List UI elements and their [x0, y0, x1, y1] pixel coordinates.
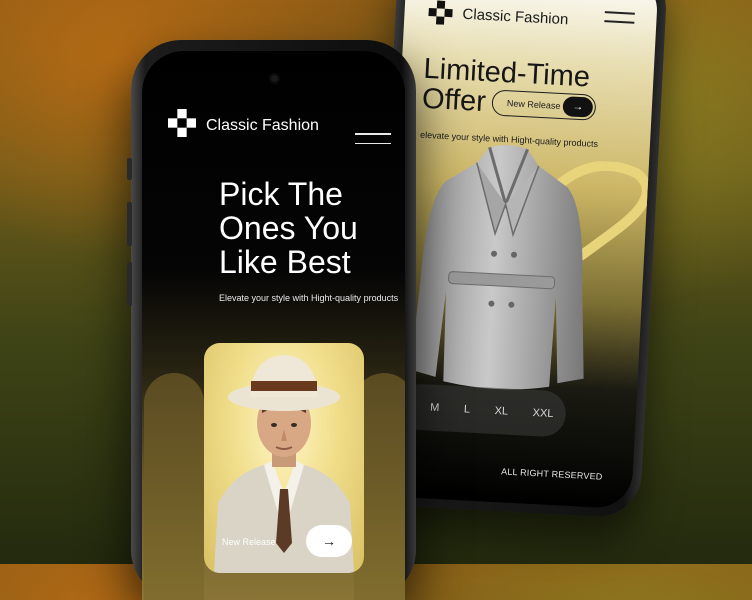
size-option-l[interactable]: L	[464, 403, 471, 415]
front-brand-name: Classic Fashion	[206, 116, 319, 134]
back-new-release-button[interactable]: New Release →	[491, 89, 597, 121]
front-title-line2: Ones You	[219, 210, 358, 246]
side-button-volume-up	[127, 202, 132, 246]
front-phone-screen: Classic Fashion Pick The Ones You Like B…	[142, 51, 405, 600]
front-phone: Classic Fashion Pick The Ones You Like B…	[127, 40, 416, 600]
back-brand-name: Classic Fashion	[462, 5, 569, 28]
front-title-line3: Like Best	[219, 244, 351, 280]
back-release-label: New Release	[506, 98, 561, 111]
back-brand[interactable]: Classic Fashion	[428, 0, 569, 31]
footer-copyright: ALL RIGHT RESERVED	[500, 466, 603, 482]
front-title-line1: Pick The	[219, 176, 343, 212]
side-button-volume-down	[127, 262, 132, 306]
size-option-m[interactable]: M	[430, 402, 440, 414]
hamburger-menu-icon[interactable]	[604, 11, 635, 31]
checker-logo-icon	[428, 0, 453, 25]
front-subtitle: Elevate your style with Hight-quality pr…	[219, 293, 399, 303]
arrow-right-icon[interactable]: →	[306, 525, 352, 557]
size-option-xl[interactable]: XL	[494, 405, 508, 418]
checker-logo-icon	[168, 109, 196, 142]
camera-icon	[268, 73, 280, 84]
arrow-right-icon[interactable]: →	[562, 96, 594, 118]
arch-decoration-left	[144, 373, 204, 600]
side-button-action	[127, 158, 132, 180]
front-brand[interactable]: Classic Fashion	[168, 109, 319, 142]
front-page-title: Pick The Ones You Like Best	[219, 177, 399, 279]
front-release-label: New Release	[222, 537, 276, 547]
size-option-xxl[interactable]: XXL	[532, 407, 553, 420]
gray-coat-product-image[interactable]	[407, 140, 598, 399]
hamburger-menu-icon[interactable]	[355, 133, 391, 152]
back-phone-screen: Classic Fashion Limited-Time Offer New R…	[379, 0, 659, 510]
size-selector: M L XL XXL	[396, 382, 567, 438]
